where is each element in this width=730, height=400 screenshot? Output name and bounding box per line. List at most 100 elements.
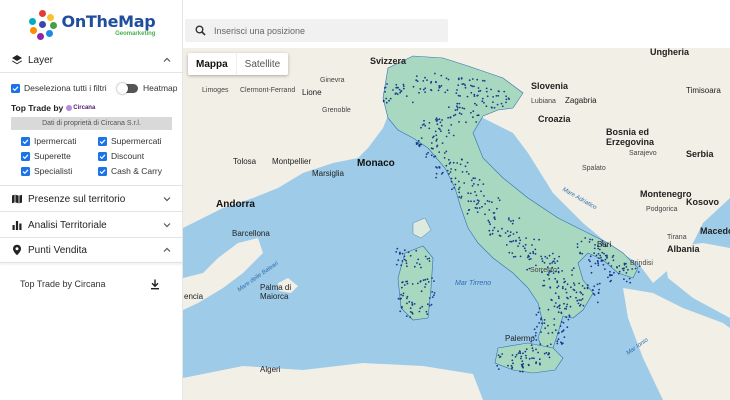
store-point [557, 267, 560, 269]
heatmap-toggle-row[interactable]: Heatmap [117, 82, 178, 94]
store-point [483, 195, 485, 197]
map-type-mappa[interactable]: Mappa [188, 53, 236, 75]
store-point [497, 197, 500, 199]
store-point [398, 253, 401, 255]
checkbox-checked-icon[interactable] [98, 151, 107, 161]
checkbox-checked-icon[interactable] [21, 136, 30, 146]
store-point [546, 345, 549, 347]
store-point [599, 254, 602, 257]
store-point [484, 213, 486, 216]
chevron-up-icon[interactable] [162, 55, 172, 65]
store-point [518, 236, 521, 239]
map-label: Macedonia [700, 226, 730, 236]
checkbox-checked-icon[interactable] [21, 166, 30, 176]
search-box[interactable] [185, 19, 448, 42]
store-point [403, 258, 406, 261]
deselect-filters-row[interactable]: Deseleziona tutti i filtri [11, 83, 107, 93]
store-point [454, 113, 457, 116]
checkbox-checked-icon[interactable] [98, 166, 107, 176]
store-point [581, 298, 584, 300]
store-point [472, 110, 475, 113]
store-point [496, 364, 499, 367]
punti-section-header[interactable]: Punti Vendita [0, 238, 183, 262]
store-point [565, 291, 568, 294]
store-point [554, 292, 557, 295]
logo-subtitle: Geomarketing [115, 30, 156, 37]
store-point [533, 328, 536, 331]
store-point [454, 109, 457, 111]
store-point [473, 183, 475, 185]
filter-cash-carry[interactable]: Cash & Carry [98, 166, 162, 176]
store-point [556, 286, 559, 289]
map-canvas[interactable] [183, 48, 730, 400]
checkbox-checked-icon[interactable] [21, 151, 30, 161]
store-point [457, 188, 460, 191]
store-point [467, 209, 470, 212]
store-point [426, 278, 429, 281]
store-point [549, 343, 552, 346]
presenze-section-header[interactable]: Presenze sul territorio [0, 187, 183, 211]
store-point [417, 258, 420, 261]
chevron-up-icon[interactable] [162, 245, 172, 255]
chevron-down-icon[interactable] [162, 220, 172, 230]
store-point [515, 353, 518, 356]
store-point [418, 145, 421, 148]
map-type-satellite[interactable]: Satellite [235, 53, 289, 75]
checkbox-checked-icon[interactable] [98, 136, 107, 146]
filter-specialisti[interactable]: Specialisti [21, 166, 72, 176]
store-point [426, 79, 428, 81]
store-point [550, 298, 553, 301]
store-point [417, 282, 419, 285]
store-point [530, 344, 533, 346]
store-point [448, 172, 450, 175]
map-label: Bari [597, 240, 612, 249]
checkbox-checked-icon[interactable] [11, 83, 20, 93]
store-point [533, 238, 535, 241]
store-point [460, 113, 463, 115]
store-point [511, 354, 514, 356]
divider [0, 211, 183, 212]
store-point [514, 255, 517, 258]
chevron-down-icon[interactable] [162, 194, 172, 204]
store-point [435, 172, 438, 175]
store-point [435, 134, 438, 137]
store-point [467, 173, 470, 175]
store-point [547, 308, 550, 311]
store-point [564, 288, 567, 291]
download-item-label[interactable]: Top Trade by Circana [20, 279, 106, 289]
store-point [397, 259, 400, 262]
divider [0, 185, 183, 186]
store-point [489, 233, 492, 236]
store-point [497, 368, 500, 370]
store-point [591, 238, 594, 241]
store-point [470, 91, 473, 94]
store-point [395, 263, 398, 266]
store-point [601, 259, 603, 262]
layer-section-header[interactable]: Layer [0, 48, 183, 72]
store-point [456, 105, 458, 108]
store-point [570, 286, 572, 289]
store-point [458, 121, 460, 123]
map-label: Spalato [582, 165, 606, 172]
store-point [406, 297, 408, 300]
download-icon[interactable] [150, 279, 160, 290]
store-point [411, 303, 414, 306]
store-point [446, 89, 449, 92]
filter-ipermercati[interactable]: Ipermercati [21, 136, 77, 146]
store-point [505, 244, 508, 246]
store-point [504, 232, 507, 234]
filter-superette[interactable]: Superette [21, 151, 71, 161]
store-point [448, 132, 450, 134]
store-point [547, 353, 550, 356]
map-label: Sarajevo [629, 150, 657, 157]
store-point [459, 95, 461, 97]
store-point [535, 339, 538, 341]
filter-supermercati[interactable]: Supermercati [98, 136, 162, 146]
analisi-section-header[interactable]: Analisi Territoriale [0, 213, 183, 237]
store-point [606, 256, 608, 258]
store-point [402, 292, 405, 295]
search-input[interactable] [214, 25, 434, 36]
heatmap-toggle[interactable] [117, 82, 138, 94]
store-point [497, 230, 499, 233]
filter-discount[interactable]: Discount [98, 151, 144, 161]
